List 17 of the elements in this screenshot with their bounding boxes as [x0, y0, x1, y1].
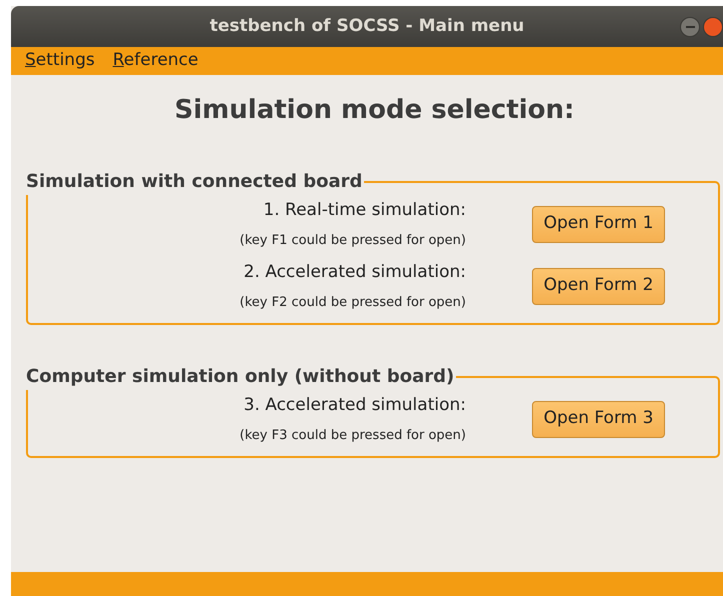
hint-text: (key F2 could be pressed for open): [240, 294, 466, 312]
menu-item[interactable]: Settings: [25, 48, 95, 74]
open-form-button[interactable]: Open Form 3: [532, 400, 665, 438]
option-label: 3. Accelerated simulation:: [244, 394, 466, 416]
menu-item[interactable]: Reference: [112, 48, 198, 74]
open-form-button[interactable]: Open Form 1: [532, 206, 665, 242]
window-title: testbench of SOCSS - Main menu: [210, 14, 524, 38]
hint-text: (key F3 could be pressed for open): [240, 427, 466, 445]
group-title: Simulation with connected board: [26, 170, 364, 194]
close-button[interactable]: [703, 17, 723, 37]
page-heading: Simulation mode selection:: [174, 94, 576, 127]
option-label: 2. Accelerated simulation:: [244, 260, 466, 284]
group-title: Computer simulation only (without board): [26, 365, 456, 389]
hint-text: (key F1 could be pressed for open): [240, 232, 466, 250]
open-form-button[interactable]: Open Form 2: [532, 268, 665, 304]
minimize-button[interactable]: [680, 17, 700, 37]
option-label: 1. Real-time simulation:: [263, 198, 466, 222]
